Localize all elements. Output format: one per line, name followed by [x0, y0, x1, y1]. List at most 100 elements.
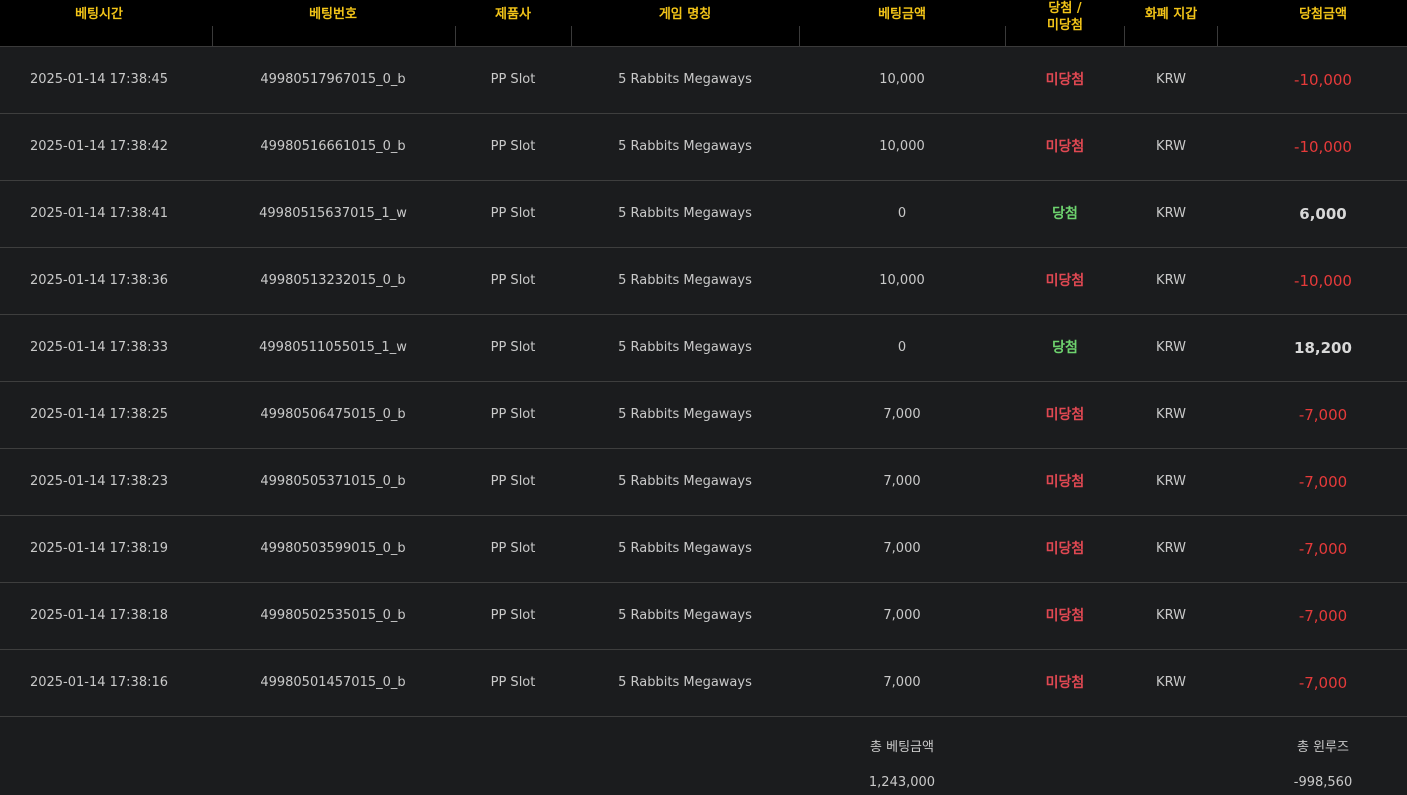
cell-result: 미당첨 [1045, 474, 1085, 490]
cell-win-amount: 18,200 [1294, 339, 1352, 357]
cell-game-name: 5 Rabbits Megaways [618, 273, 752, 288]
table-row[interactable]: 2025-01-14 17:38:25 49980506475015_0_b PP … [0, 382, 1407, 449]
column-divider [455, 26, 456, 46]
cell-win-amount: -10,000 [1294, 138, 1352, 156]
cell-bet-amount: 10,000 [879, 139, 925, 154]
col-header-label: 베팅시간 [75, 7, 123, 22]
cell-bet-amount: 0 [897, 340, 907, 355]
cell-bet-time: 2025-01-14 17:38:36 [29, 273, 169, 288]
cell-win-amount: -7,000 [1298, 607, 1348, 625]
col-header-label: 게임 명칭 [658, 7, 712, 22]
cell-result: 미당첨 [1045, 608, 1085, 624]
cell-currency: KRW [1156, 407, 1186, 422]
cell-win-amount: -7,000 [1298, 406, 1348, 424]
cell-bet-time: 2025-01-14 17:38:45 [29, 72, 169, 87]
total-winloss-value: -998,560 [1293, 775, 1353, 790]
cell-win-amount: -10,000 [1294, 272, 1352, 290]
cell-provider: PP Slot [490, 139, 536, 154]
cell-win-amount: -7,000 [1298, 540, 1348, 558]
total-bet-value: 1,243,000 [868, 775, 936, 790]
table-row[interactable]: 2025-01-14 17:38:41 49980515637015_1_w PP … [0, 181, 1407, 248]
col-header-bet-amount[interactable]: 베팅금액 [799, 0, 1005, 46]
table-row[interactable]: 2025-01-14 17:38:33 49980511055015_1_w PP … [0, 315, 1407, 382]
cell-result: 미당첨 [1045, 541, 1085, 557]
cell-bet-id: 49980503599015_0_b [260, 541, 406, 556]
col-header-bet-time[interactable]: 베팅시간 [0, 0, 198, 46]
cell-result: 미당첨 [1045, 407, 1085, 423]
cell-game-name: 5 Rabbits Megaways [618, 340, 752, 355]
table-row[interactable]: 2025-01-14 17:38:36 49980513232015_0_b PP … [0, 248, 1407, 315]
col-header-label: 화폐 지갑 [1144, 7, 1198, 22]
cell-currency: KRW [1156, 608, 1186, 623]
cell-provider: PP Slot [490, 206, 536, 221]
column-divider [799, 26, 800, 46]
col-header-label: 베팅금액 [878, 7, 926, 22]
cell-bet-time: 2025-01-14 17:38:16 [29, 675, 169, 690]
cell-provider: PP Slot [490, 340, 536, 355]
total-bet-label: 총 베팅금액 [870, 740, 934, 755]
table-header: 베팅시간 베팅번호 제품사 게임 명칭 베팅금액 당첨 / 미당첨 화폐 지갑 … [0, 0, 1407, 47]
cell-provider: PP Slot [490, 407, 536, 422]
cell-currency: KRW [1156, 72, 1186, 87]
cell-win-amount: -7,000 [1298, 674, 1348, 692]
table-row[interactable]: 2025-01-14 17:38:19 49980503599015_0_b PP … [0, 516, 1407, 583]
cell-game-name: 5 Rabbits Megaways [618, 407, 752, 422]
cell-bet-time: 2025-01-14 17:38:19 [29, 541, 169, 556]
cell-bet-time: 2025-01-14 17:38:42 [29, 139, 169, 154]
cell-bet-id: 49980505371015_0_b [260, 474, 406, 489]
cell-currency: KRW [1156, 340, 1186, 355]
col-header-provider[interactable]: 제품사 [455, 0, 571, 46]
cell-result: 미당첨 [1045, 273, 1085, 289]
cell-currency: KRW [1156, 474, 1186, 489]
col-header-win-amount[interactable]: 당첨금액 [1217, 0, 1407, 46]
cell-bet-amount: 7,000 [883, 407, 921, 422]
cell-bet-time: 2025-01-14 17:38:18 [29, 608, 169, 623]
column-divider [212, 26, 213, 46]
cell-currency: KRW [1156, 139, 1186, 154]
cell-provider: PP Slot [490, 675, 536, 690]
cell-bet-id: 49980502535015_0_b [260, 608, 406, 623]
cell-result: 미당첨 [1045, 675, 1085, 691]
col-header-label: 제품사 [495, 7, 531, 22]
cell-result: 당첨 [1052, 206, 1078, 222]
cell-bet-amount: 7,000 [883, 675, 921, 690]
col-header-label-line1: 당첨 / [1048, 1, 1082, 16]
cell-game-name: 5 Rabbits Megaways [618, 675, 752, 690]
total-winloss-label: 총 윈루즈 [1297, 740, 1349, 755]
cell-bet-id: 49980501457015_0_b [260, 675, 406, 690]
cell-bet-id: 49980513232015_0_b [260, 273, 406, 288]
cell-provider: PP Slot [490, 273, 536, 288]
cell-bet-id: 49980511055015_1_w [259, 340, 407, 355]
table-row[interactable]: 2025-01-14 17:38:42 49980516661015_0_b PP … [0, 114, 1407, 181]
cell-bet-amount: 7,000 [883, 541, 921, 556]
cell-win-amount: -10,000 [1294, 71, 1352, 89]
cell-win-amount: 6,000 [1299, 205, 1347, 223]
cell-currency: KRW [1156, 675, 1186, 690]
table-row[interactable]: 2025-01-14 17:38:23 49980505371015_0_b PP … [0, 449, 1407, 516]
col-header-bet-id[interactable]: 베팅번호 [213, 0, 453, 46]
cell-currency: KRW [1156, 541, 1186, 556]
cell-bet-id: 49980515637015_1_w [259, 206, 407, 221]
cell-result: 미당첨 [1045, 72, 1085, 88]
col-header-label-line2: 미당첨 [1047, 18, 1083, 33]
col-header-label: 베팅번호 [309, 7, 357, 22]
cell-provider: PP Slot [490, 474, 536, 489]
cell-bet-time: 2025-01-14 17:38:41 [29, 206, 169, 221]
col-header-currency-wallet[interactable]: 화폐 지갑 [1125, 0, 1217, 46]
cell-currency: KRW [1156, 273, 1186, 288]
col-header-game-name[interactable]: 게임 명칭 [571, 0, 799, 46]
cell-game-name: 5 Rabbits Megaways [618, 474, 752, 489]
table-row[interactable]: 2025-01-14 17:38:16 49980501457015_0_b PP … [0, 650, 1407, 717]
table-row[interactable]: 2025-01-14 17:38:18 49980502535015_0_b PP … [0, 583, 1407, 650]
cell-game-name: 5 Rabbits Megaways [618, 72, 752, 87]
cell-bet-id: 49980506475015_0_b [260, 407, 406, 422]
cell-result: 미당첨 [1045, 139, 1085, 155]
col-header-win-lose[interactable]: 당첨 / 미당첨 [1005, 0, 1125, 46]
cell-win-amount: -7,000 [1298, 473, 1348, 491]
cell-provider: PP Slot [490, 541, 536, 556]
cell-bet-amount: 10,000 [879, 72, 925, 87]
cell-bet-time: 2025-01-14 17:38:33 [29, 340, 169, 355]
cell-bet-time: 2025-01-14 17:38:25 [29, 407, 169, 422]
table-row[interactable]: 2025-01-14 17:38:45 49980517967015_0_b PP … [0, 47, 1407, 114]
column-divider [1005, 26, 1006, 46]
